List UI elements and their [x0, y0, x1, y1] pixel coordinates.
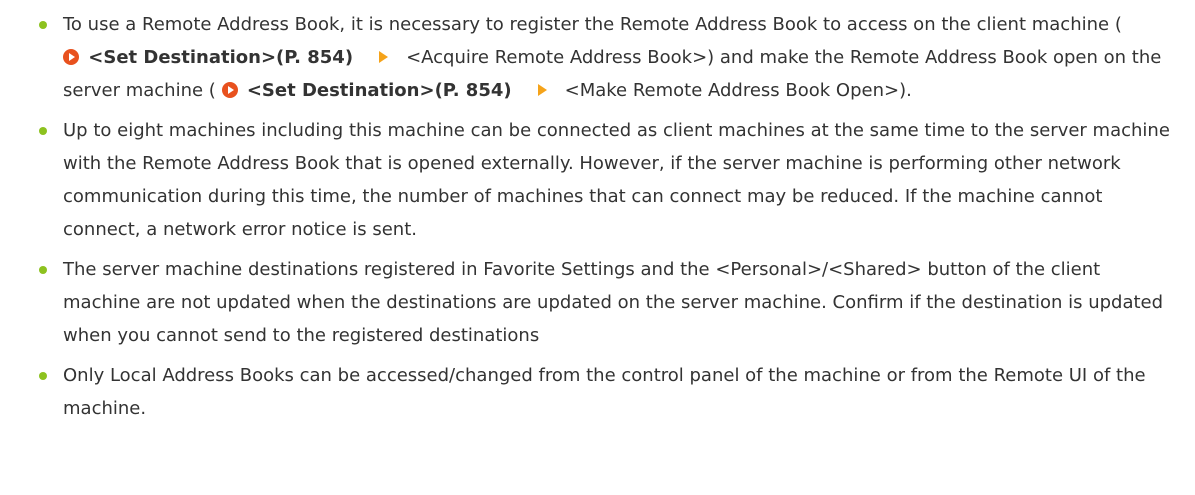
- bullet-dot-icon: [39, 266, 47, 274]
- link-arrow-circle-icon: [63, 49, 79, 65]
- note-text: Only Local Address Books can be accessed…: [63, 365, 1146, 419]
- notes-list: To use a Remote Address Book, it is nece…: [38, 8, 1178, 432]
- bullet-dot-icon: [39, 372, 47, 380]
- note-item-destination-updates: The server machine destinations register…: [38, 253, 1178, 352]
- set-destination-link[interactable]: <Set Destination>(P. 854): [63, 47, 359, 68]
- note-text: <Make Remote Address Book Open>).: [564, 80, 912, 101]
- bullet-dot-icon: [39, 21, 47, 29]
- note-item-remote-address-book-setup: To use a Remote Address Book, it is nece…: [38, 8, 1178, 107]
- path-arrow-icon: [537, 84, 547, 96]
- link-arrow-circle-icon: [221, 82, 238, 98]
- note-text: Up to eight machines including this mach…: [63, 120, 1170, 240]
- note-text: To use a Remote Address Book, it is nece…: [63, 14, 1122, 35]
- bullet-dot-icon: [39, 127, 47, 135]
- note-text: The server machine destinations register…: [63, 259, 1164, 346]
- note-item-client-connections: Up to eight machines including this mach…: [38, 114, 1178, 246]
- link-label: <Set Destination>(P. 854): [88, 47, 354, 68]
- link-label: <Set Destination>(P. 854): [246, 80, 512, 101]
- path-arrow-icon: [379, 51, 389, 63]
- note-item-local-address-books: Only Local Address Books can be accessed…: [38, 359, 1178, 425]
- set-destination-link[interactable]: <Set Destination>(P. 854): [221, 80, 518, 101]
